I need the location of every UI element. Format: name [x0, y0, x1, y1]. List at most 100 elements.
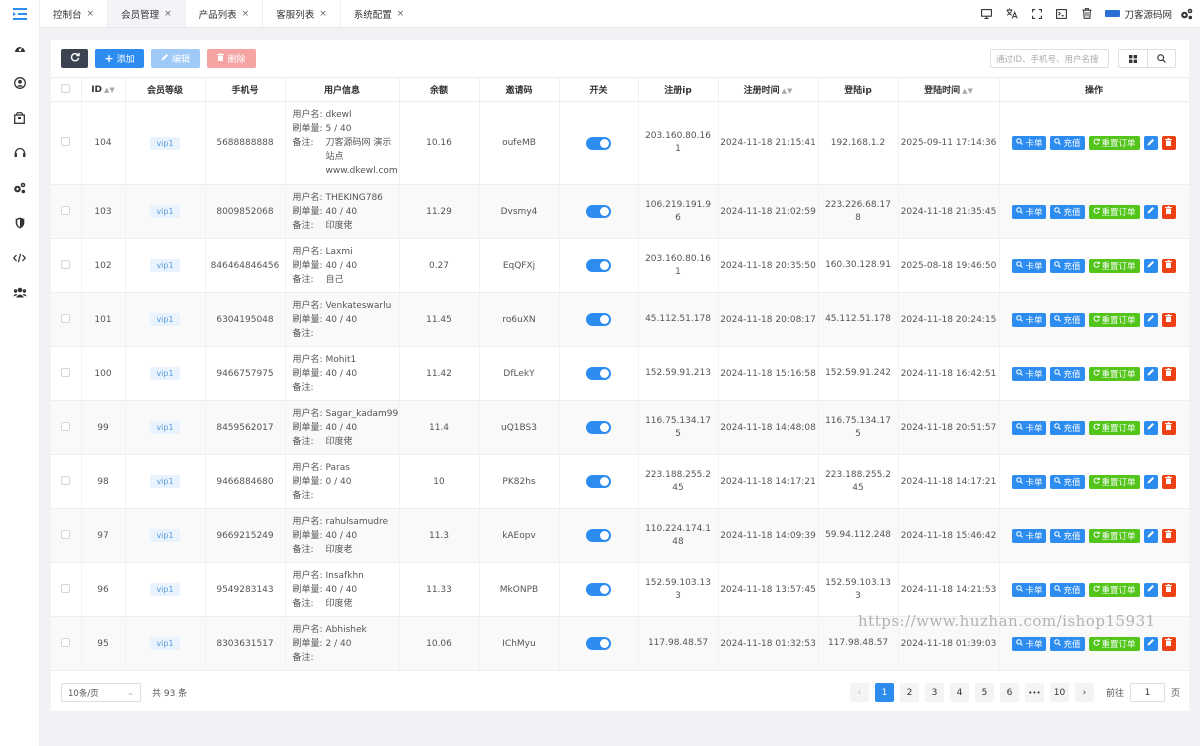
delete-row-button[interactable]	[1161, 474, 1176, 489]
card-order-button[interactable]: 卡单	[1012, 636, 1047, 651]
reset-orders-button[interactable]: 重置订单	[1088, 312, 1140, 327]
row-checkbox[interactable]	[51, 454, 82, 509]
gears-icon[interactable]	[1178, 0, 1194, 28]
card-order-button[interactable]: 卡单	[1012, 312, 1047, 327]
close-icon[interactable]: ×	[397, 9, 405, 19]
card-order-button[interactable]: 卡单	[1012, 474, 1047, 489]
row-checkbox[interactable]	[51, 101, 82, 185]
recharge-button[interactable]: 充值	[1050, 204, 1085, 219]
reset-orders-button[interactable]: 重置订单	[1088, 366, 1140, 381]
next-page-button[interactable]: ›	[1074, 683, 1094, 702]
enable-toggle[interactable]	[586, 259, 611, 272]
select-all-checkbox[interactable]	[51, 77, 82, 102]
recharge-button[interactable]: 充值	[1050, 420, 1085, 435]
reset-orders-button[interactable]: 重置订单	[1088, 582, 1140, 597]
enable-toggle[interactable]	[586, 136, 611, 150]
enable-toggle[interactable]	[586, 637, 611, 650]
delete-row-button[interactable]	[1161, 528, 1176, 543]
card-order-button[interactable]: 卡单	[1012, 204, 1047, 219]
row-checkbox[interactable]	[51, 292, 82, 347]
row-checkbox[interactable]	[51, 400, 82, 455]
edit-row-button[interactable]	[1143, 474, 1158, 489]
page-2[interactable]: 2	[899, 683, 919, 702]
translate-icon[interactable]	[999, 0, 1024, 28]
enable-toggle[interactable]	[586, 367, 611, 380]
recharge-button[interactable]: 充值	[1050, 312, 1085, 327]
row-checkbox[interactable]	[51, 184, 82, 239]
close-icon[interactable]: ×	[164, 9, 172, 19]
recharge-button[interactable]: 充值	[1050, 474, 1085, 489]
enable-toggle[interactable]	[586, 421, 611, 434]
delete-row-button[interactable]	[1161, 366, 1176, 381]
enable-toggle[interactable]	[586, 313, 611, 326]
sidebar-item-code[interactable]	[0, 240, 39, 275]
trash-icon[interactable]	[1074, 0, 1099, 28]
header-login-time[interactable]: 登陆时间 ▲▼	[898, 77, 1000, 102]
edit-row-button[interactable]	[1143, 312, 1158, 327]
row-checkbox[interactable]	[51, 616, 82, 671]
edit-row-button[interactable]	[1143, 582, 1158, 597]
reset-orders-button[interactable]: 重置订单	[1088, 204, 1140, 219]
edit-button[interactable]: 编辑	[151, 49, 200, 68]
close-icon[interactable]: ×	[242, 9, 250, 19]
recharge-button[interactable]: 充值	[1050, 582, 1085, 597]
edit-row-button[interactable]	[1143, 204, 1158, 219]
page-10[interactable]: 10	[1049, 683, 1069, 702]
grid-icon[interactable]	[1119, 50, 1147, 67]
sidebar-item-settings[interactable]	[0, 170, 39, 205]
edit-row-button[interactable]	[1143, 258, 1158, 273]
card-order-button[interactable]: 卡单	[1012, 258, 1047, 273]
delete-row-button[interactable]	[1161, 258, 1176, 273]
recharge-button[interactable]: 充值	[1050, 528, 1085, 543]
enable-toggle[interactable]	[586, 475, 611, 488]
recharge-button[interactable]: 充值	[1050, 258, 1085, 273]
row-checkbox[interactable]	[51, 508, 82, 563]
menu-fold-icon[interactable]	[0, 0, 39, 28]
card-order-button[interactable]: 卡单	[1012, 136, 1047, 150]
card-order-button[interactable]: 卡单	[1012, 582, 1047, 597]
close-icon[interactable]: ×	[87, 9, 95, 19]
fullscreen-icon[interactable]	[1024, 0, 1049, 28]
edit-row-button[interactable]	[1143, 528, 1158, 543]
search-icon[interactable]	[1147, 50, 1175, 67]
reset-orders-button[interactable]: 重置订单	[1088, 258, 1140, 273]
row-checkbox[interactable]	[51, 238, 82, 293]
delete-row-button[interactable]	[1161, 312, 1176, 327]
enable-toggle[interactable]	[586, 529, 611, 542]
row-checkbox[interactable]	[51, 562, 82, 617]
row-checkbox[interactable]	[51, 346, 82, 401]
enable-toggle[interactable]	[586, 583, 611, 596]
card-order-button[interactable]: 卡单	[1012, 420, 1047, 435]
edit-row-button[interactable]	[1143, 420, 1158, 435]
refresh-button[interactable]	[61, 49, 88, 68]
page-3[interactable]: 3	[924, 683, 944, 702]
page-ellipsis[interactable]: •••	[1024, 683, 1044, 702]
reset-orders-button[interactable]: 重置订单	[1088, 420, 1140, 435]
add-button[interactable]: + 添加	[95, 49, 144, 68]
sidebar-item-members[interactable]	[0, 65, 39, 100]
card-order-button[interactable]: 卡单	[1012, 528, 1047, 543]
page-5[interactable]: 5	[974, 683, 994, 702]
delete-row-button[interactable]	[1161, 204, 1176, 219]
recharge-button[interactable]: 充值	[1050, 136, 1085, 150]
sidebar-item-products[interactable]	[0, 100, 39, 135]
tab-products[interactable]: 产品列表 ×	[186, 0, 264, 27]
header-id[interactable]: ID ▲▼	[81, 77, 126, 102]
sidebar-item-dashboard[interactable]	[0, 30, 39, 65]
delete-button[interactable]: 删除	[207, 49, 256, 68]
edit-row-button[interactable]	[1143, 366, 1158, 381]
reset-orders-button[interactable]: 重置订单	[1088, 528, 1140, 543]
page-size-select[interactable]: 10条/页 ⌄	[61, 683, 141, 702]
sidebar-item-service[interactable]	[0, 135, 39, 170]
card-order-button[interactable]: 卡单	[1012, 366, 1047, 381]
tab-dashboard[interactable]: 控制台 ×	[40, 0, 109, 27]
recharge-button[interactable]: 充值	[1050, 636, 1085, 651]
terminal-icon[interactable]	[1049, 0, 1074, 28]
brand[interactable]: 刀客源码网	[1105, 7, 1172, 21]
reset-orders-button[interactable]: 重置订单	[1088, 136, 1140, 150]
reset-orders-button[interactable]: 重置订单	[1088, 474, 1140, 489]
close-icon[interactable]: ×	[319, 9, 327, 19]
edit-row-button[interactable]	[1143, 136, 1158, 150]
monitor-icon[interactable]	[974, 0, 999, 28]
search-input[interactable]: 通过ID、手机号、用户名搜	[990, 49, 1109, 68]
